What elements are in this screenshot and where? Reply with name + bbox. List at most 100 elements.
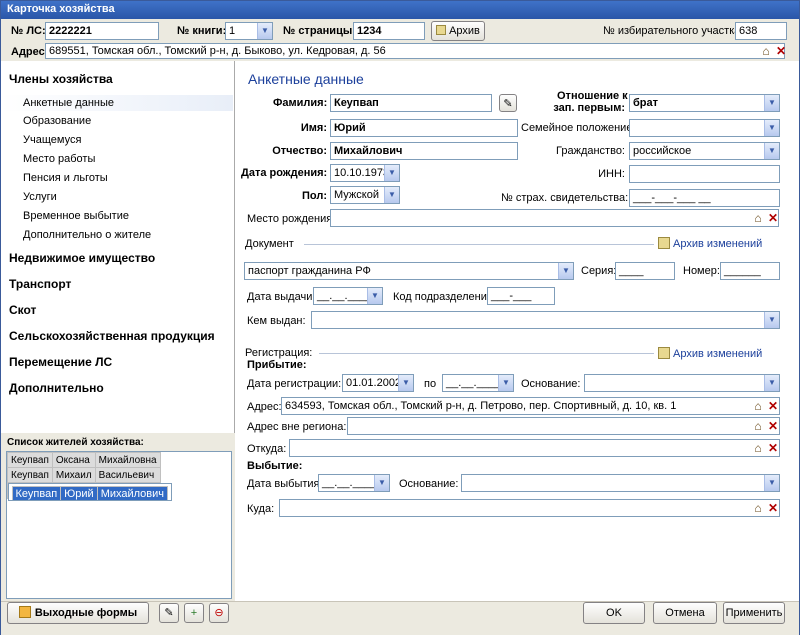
chevron-down-icon: ▼ (558, 263, 573, 279)
bottom-bar: Выходные формы ✎ + ⊖ OK Отмена Применить (1, 601, 799, 635)
where-input[interactable] (279, 499, 780, 517)
to-label: по (424, 378, 437, 390)
dep-basis-select[interactable]: ▼ (461, 474, 780, 492)
residents-list[interactable]: Кеупвап Оксана Михайловна Кеупвап Михаил Васи… (6, 451, 232, 599)
citizenship-select[interactable]: российское ▼ (629, 142, 780, 160)
surname-input[interactable]: Кеупвап (330, 94, 492, 112)
house-icon[interactable]: ⌂ (751, 211, 765, 225)
nav-group-members[interactable]: Члены хозяйства (9, 72, 113, 86)
name-input[interactable]: Юрий (330, 119, 518, 137)
nav-group-livestock[interactable]: Скот (9, 303, 36, 317)
nav-item-additional-resident[interactable]: Дополнительно о жителе (23, 229, 151, 241)
page-input[interactable]: 1234 (353, 22, 425, 40)
chevron-down-icon: ▼ (764, 120, 779, 136)
chevron-down-icon: ▼ (764, 375, 779, 391)
table-row[interactable]: Кеупвап Оксана Михайловна (7, 452, 161, 468)
number-input[interactable]: ______ (720, 262, 780, 280)
nav-item-pension[interactable]: Пенсия и льготы (23, 172, 108, 184)
add-resident-icon[interactable]: + (184, 603, 204, 623)
marital-label: Семейное положение: (521, 122, 636, 134)
nav-item-workplace[interactable]: Место работы (23, 153, 95, 165)
table-row[interactable]: Кеупвап Михаил Васильевич (7, 467, 161, 483)
dep-date-picker[interactable]: __.__.____ ▼ (318, 474, 390, 492)
patronymic-input[interactable]: Михайлович (330, 142, 518, 160)
nav-item-student[interactable]: Учащемуся (23, 134, 81, 146)
division-input[interactable]: ___-___ (487, 287, 555, 305)
reg-section-title: Регистрация: (245, 347, 313, 359)
snils-input[interactable]: ___-___-___ __ (629, 189, 780, 207)
nav-group-ls-transfer[interactable]: Перемещение ЛС (9, 355, 112, 369)
close-icon[interactable]: ✕ (766, 211, 780, 225)
close-icon[interactable]: ✕ (766, 399, 780, 413)
nav-item-temp-leave[interactable]: Временное выбытие (23, 210, 129, 222)
nav-item-personal-data[interactable]: Анкетные данные (1, 95, 233, 111)
precinct-input[interactable]: 638 (735, 22, 787, 40)
birthdate-picker[interactable]: 10.10.1973 ▼ (330, 164, 400, 182)
house-icon[interactable]: ⌂ (751, 399, 765, 413)
residents-table: Кеупвап Оксана Михайловна Кеупвап Михаил Васи… (7, 452, 173, 501)
nav-group-agriculture[interactable]: Сельскохозяйственная продукция (9, 329, 215, 343)
series-label: Серия: (581, 265, 617, 277)
edit-resident-icon[interactable]: ✎ (159, 603, 179, 623)
ls-input[interactable]: 2222221 (45, 22, 159, 40)
chevron-down-icon: ▼ (498, 375, 513, 391)
house-icon[interactable]: ⌂ (751, 501, 765, 515)
house-icon[interactable]: ⌂ (751, 419, 765, 433)
chevron-down-icon: ▼ (384, 187, 399, 203)
chevron-down-icon: ▼ (764, 312, 779, 328)
issued-by-label: Кем выдан: (247, 315, 306, 327)
address-input[interactable]: 689551, Томская обл., Томский р-н, д. Бы… (45, 43, 785, 59)
table-row[interactable]: Кеупвап Юрий Михайлович (7, 483, 173, 501)
issue-date-picker[interactable]: __.__.____ ▼ (313, 287, 383, 305)
issued-by-select[interactable]: ▼ (311, 311, 780, 329)
basis-select[interactable]: ▼ (584, 374, 780, 392)
nav-group-real-estate[interactable]: Недвижимое имущество (9, 251, 155, 265)
table-cell: Михайлович (96, 486, 169, 500)
birthplace-input[interactable] (330, 209, 779, 227)
out-region-input[interactable] (347, 417, 780, 435)
marital-select[interactable]: ▼ (629, 119, 780, 137)
precinct-label: № избирательного участка: (603, 25, 744, 37)
reg-date-picker[interactable]: 01.01.2002 ▼ (342, 374, 414, 392)
series-input[interactable]: ____ (615, 262, 675, 280)
chevron-down-icon: ▼ (374, 475, 389, 491)
book-select[interactable]: 1 ▼ (225, 22, 273, 40)
reg-address-label: Адрес: (247, 401, 282, 413)
sex-label: Пол: (301, 190, 327, 202)
reg-archive-link[interactable]: Архив изменений (658, 347, 762, 360)
table-cell: Юрий (60, 486, 98, 500)
inn-input[interactable] (629, 165, 780, 183)
from-input[interactable] (289, 439, 780, 457)
close-icon[interactable]: ✕ (766, 419, 780, 433)
close-icon[interactable]: ✕ (766, 501, 780, 515)
doc-type-select[interactable]: паспорт гражданина РФ ▼ (244, 262, 574, 280)
close-icon[interactable]: ✕ (774, 44, 788, 58)
book-label: № книги: (177, 25, 227, 37)
nav-group-transport[interactable]: Транспорт (9, 277, 71, 291)
nav-item-services[interactable]: Услуги (23, 191, 57, 203)
archive-icon (658, 237, 670, 249)
address-label: Адрес: (11, 46, 49, 58)
remove-resident-icon[interactable]: ⊖ (209, 603, 229, 623)
form-title: Анкетные данные (248, 71, 364, 87)
sidebar: Члены хозяйства Анкетные данные Образова… (1, 61, 235, 433)
nav-group-additional[interactable]: Дополнительно (9, 381, 104, 395)
house-icon[interactable]: ⌂ (751, 441, 765, 455)
nav-item-education[interactable]: Образование (23, 115, 91, 127)
apply-button[interactable]: Применить (723, 602, 785, 624)
cancel-button[interactable]: Отмена (653, 602, 717, 624)
sex-select[interactable]: Мужской ▼ (330, 186, 400, 204)
ok-button[interactable]: OK (583, 602, 645, 624)
close-icon[interactable]: ✕ (766, 441, 780, 455)
doc-archive-link[interactable]: Архив изменений (658, 237, 762, 250)
inn-label: ИНН: (598, 168, 625, 180)
reg-address-input[interactable]: 634593, Томская обл., Томский р-н, д. Пе… (281, 397, 780, 415)
reg-to-picker[interactable]: __.__.____ ▼ (442, 374, 514, 392)
output-forms-button[interactable]: Выходные формы (7, 602, 149, 624)
edit-surname-icon[interactable]: ✎ (499, 94, 517, 112)
house-icon[interactable]: ⌂ (759, 44, 773, 58)
household-card-window: Карточка хозяйства № ЛС: 2222221 № книги… (0, 0, 800, 635)
relation-select[interactable]: брат ▼ (629, 94, 780, 112)
table-cell: Кеупвап (11, 486, 62, 500)
archive-button[interactable]: Архив (431, 21, 485, 41)
